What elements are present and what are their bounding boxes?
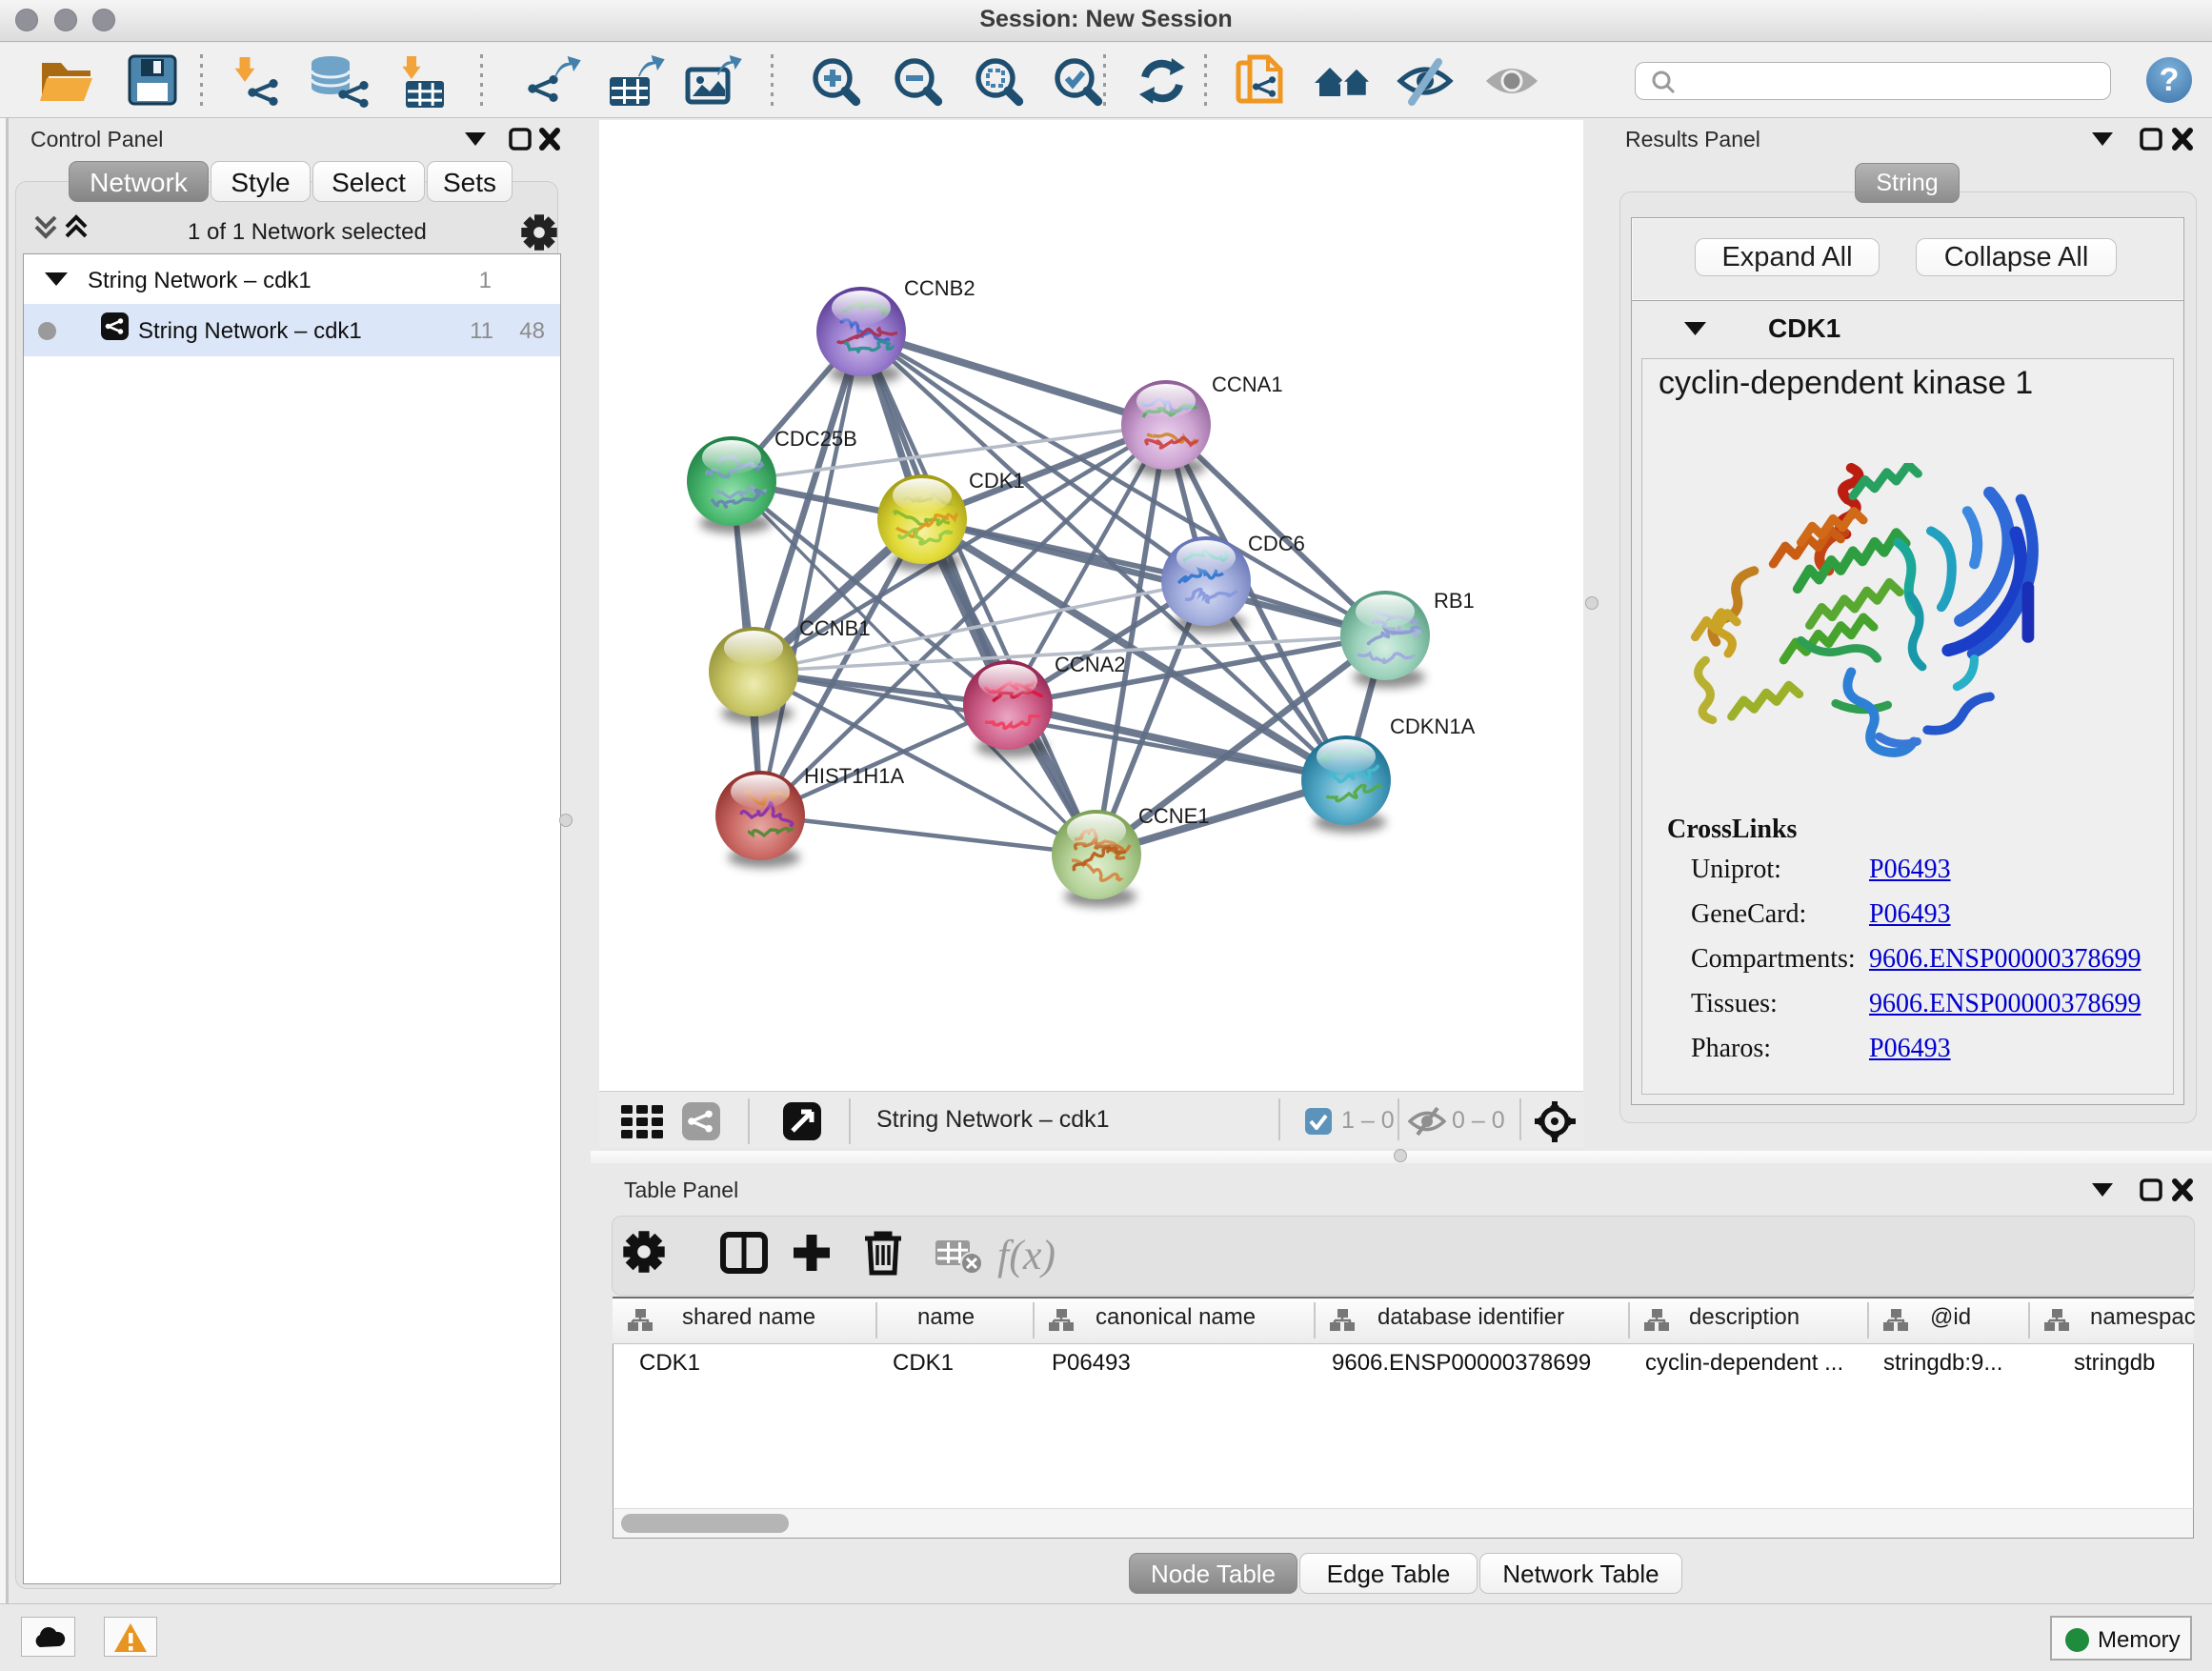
svg-text:CDC25B: CDC25B [774, 427, 857, 451]
svg-text:HIST1H1A: HIST1H1A [804, 764, 904, 788]
svg-text:f(x): f(x) [997, 1232, 1056, 1278]
svg-text:CCNA2: CCNA2 [1055, 653, 1126, 676]
svg-text:RB1: RB1 [1434, 589, 1475, 613]
svg-text:CDC6: CDC6 [1248, 532, 1305, 555]
svg-text:CDKN1A: CDKN1A [1390, 715, 1476, 738]
svg-text:CCNB2: CCNB2 [904, 276, 975, 300]
svg-text:CCNB1: CCNB1 [799, 616, 871, 640]
svg-text:CCNE1: CCNE1 [1138, 804, 1210, 828]
svg-text:CCNA1: CCNA1 [1212, 372, 1283, 396]
svg-text:CDK1: CDK1 [969, 469, 1025, 493]
